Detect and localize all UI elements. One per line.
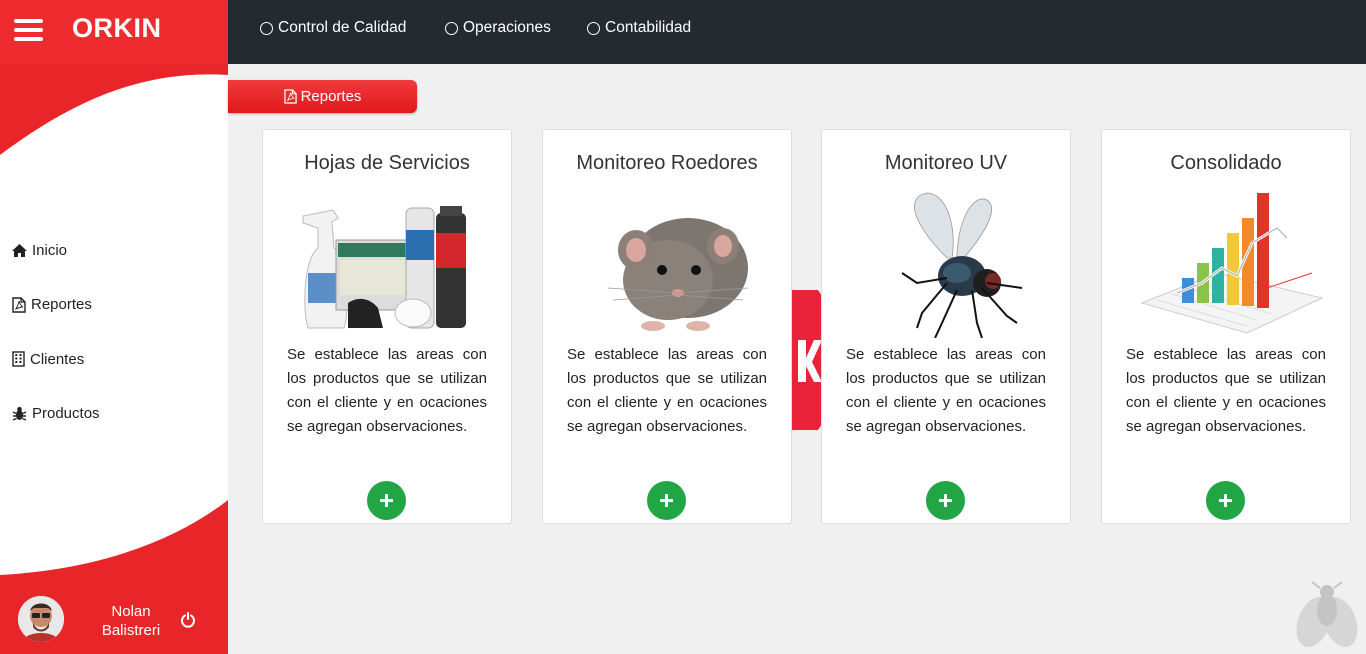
pest-control-products-image	[302, 206, 466, 329]
card-description: Se establece las areas con los productos…	[1126, 346, 1326, 435]
sidebar-item-reportes[interactable]: Reportes	[12, 291, 100, 319]
sidebar-item-label: Inicio	[32, 241, 68, 259]
card-title: Consolidado	[1170, 152, 1282, 174]
add-button[interactable]	[926, 481, 965, 520]
add-button[interactable]	[647, 481, 686, 520]
sidebar-header: ORKIN	[0, 0, 228, 64]
bug-icon	[12, 406, 27, 421]
circle-icon	[587, 21, 600, 35]
file-pdf-icon	[283, 89, 297, 104]
power-icon[interactable]	[180, 612, 196, 628]
card-monitoreo-roedores: Monitoreo Roedores Se establece las area…	[542, 129, 792, 524]
card-monitoreo-uv: Monitoreo UV Se establece las areas con …	[821, 129, 1071, 524]
user-last-name: Balistreri	[101, 622, 161, 639]
card-title: Hojas de Servicios	[304, 152, 470, 174]
bar-chart-image	[1140, 193, 1324, 334]
sidebar-nav: Inicio Reportes Clientes Productos	[12, 236, 100, 454]
card-description: Se establece las areas con los productos…	[287, 346, 487, 435]
card-hojas-de-servicios: Hojas de Servicios Se establece las area…	[262, 129, 512, 524]
card-title: Monitoreo Roedores	[576, 152, 758, 174]
home-icon	[12, 243, 27, 257]
nav-link-label: Operaciones	[463, 19, 551, 36]
user-name: Nolan Balistreri	[96, 602, 166, 640]
card-description: Se establece las areas con los productos…	[846, 346, 1046, 435]
top-navbar: Control de Calidad Operaciones Contabili…	[228, 0, 1366, 64]
card-consolidado: Consolidado Se establece las areas con l…	[1101, 129, 1351, 524]
fly-image	[901, 192, 1023, 338]
circle-icon	[445, 21, 458, 35]
nav-link-label: Control de Calidad	[278, 19, 407, 36]
tab-label: Reportes	[300, 88, 362, 105]
sidebar-item-productos[interactable]: Productos	[12, 400, 100, 428]
nav-link-contabilidad[interactable]: Contabilidad	[587, 19, 691, 37]
hamburger-menu-icon[interactable]	[14, 19, 43, 43]
user-first-name: Nolan	[111, 603, 151, 620]
sidebar-item-label: Reportes	[31, 296, 92, 313]
add-button[interactable]	[1206, 481, 1245, 520]
circle-icon	[260, 21, 273, 35]
sidebar-item-clientes[interactable]: Clientes	[12, 345, 100, 373]
rat-image	[607, 218, 749, 331]
file-pdf-icon	[12, 296, 26, 313]
sidebar: ORKIN Inicio Reportes Clientes Productos	[0, 0, 228, 654]
card-description: Se establece las areas con los productos…	[567, 346, 767, 435]
add-button[interactable]	[367, 481, 406, 520]
brand-logo[interactable]: ORKIN	[72, 13, 162, 44]
fly-icon	[1296, 581, 1358, 648]
building-icon	[12, 351, 25, 367]
avatar[interactable]	[18, 596, 64, 642]
sidebar-item-inicio[interactable]: Inicio	[12, 236, 100, 264]
nav-link-label: Contabilidad	[605, 19, 692, 36]
nav-link-operaciones[interactable]: Operaciones	[445, 19, 551, 37]
card-title: Monitoreo UV	[884, 152, 1008, 174]
sidebar-item-label: Clientes	[30, 350, 85, 368]
sidebar-item-label: Productos	[32, 405, 100, 422]
nav-link-control-de-calidad[interactable]: Control de Calidad	[260, 19, 406, 37]
tab-reportes[interactable]: Reportes	[228, 80, 417, 113]
user-panel: Nolan Balistreri	[0, 588, 228, 654]
